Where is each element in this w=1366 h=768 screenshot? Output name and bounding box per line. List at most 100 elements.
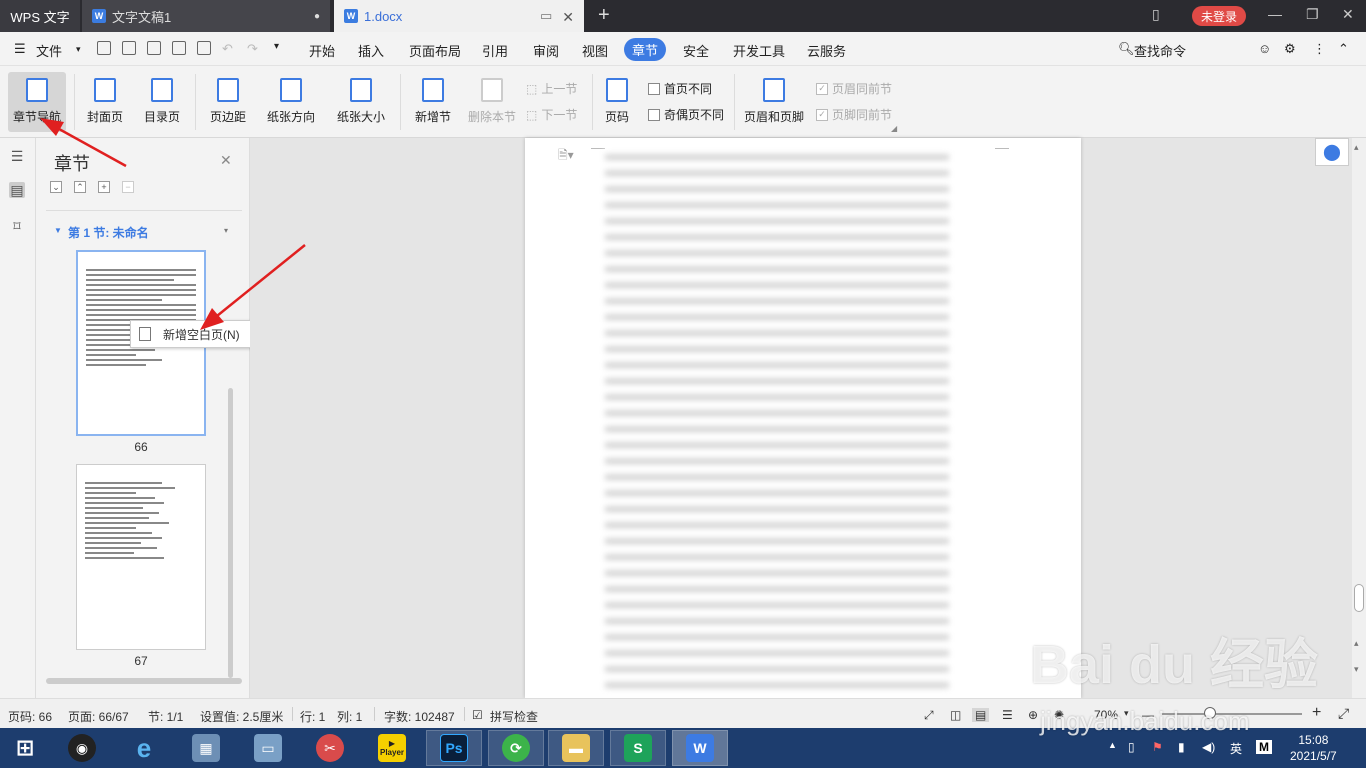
open-icon[interactable] [97,41,111,55]
menu-security[interactable]: 安全 [683,41,709,60]
taskbar-browser[interactable]: ⟳ [488,730,544,766]
preview-icon[interactable] [197,41,211,55]
location-pin-icon[interactable]: ⬤ [1315,138,1349,166]
tray-warning-icon[interactable]: ⚑ [1152,740,1163,754]
close-tab-icon[interactable]: ✕ [562,9,574,26]
add-icon[interactable]: + [98,181,110,193]
customize-icon[interactable]: ▾ [274,41,279,52]
web-view-icon[interactable]: ⊕ [1028,708,1038,722]
zoom-in-icon[interactable]: + [1312,704,1321,722]
first-page-different-checkbox[interactable]: 首页不同 [648,80,712,97]
hamburger-icon[interactable]: ☰ [14,41,26,57]
chevron-down-icon[interactable]: ▾ [76,44,81,55]
status-section[interactable]: 节: 1/1 [148,708,183,725]
wps-home-tab[interactable]: WPS 文字 [0,0,80,32]
menu-insert[interactable]: 插入 [358,41,384,60]
toc-page-button[interactable]: 目录页 [137,72,187,132]
file-menu[interactable]: 文件 [36,41,62,60]
odd-even-different-checkbox[interactable]: 奇偶页不同 [648,106,724,123]
outline-view-icon[interactable]: ☰ [1002,708,1013,722]
read-mode-icon[interactable]: ◫ [950,708,961,722]
header-footer-button[interactable]: 页眉和页脚 [742,72,806,132]
footer-same-prev-checkbox[interactable]: ✓ 页脚同前节 [816,106,892,123]
paper-size-button[interactable]: 纸张大小 [330,72,392,132]
network-icon[interactable]: ▮ [1178,740,1185,754]
menu-reference[interactable]: 引用 [482,41,508,60]
chapter-panel-icon[interactable]: ▤ [9,182,25,198]
new-section-button[interactable]: 新增节 [408,72,458,132]
menu-section[interactable]: 章节 [624,38,667,61]
menu-view[interactable]: 视图 [582,41,608,60]
fullscreen-icon[interactable]: ⤢ [924,708,934,723]
page-view-icon[interactable]: ▤ [972,708,990,722]
tray-expand-icon[interactable]: ▲ [1108,740,1117,750]
collapse-icon[interactable]: ⌃ [1338,41,1349,57]
section-title[interactable]: 第 1 节: 未命名 [68,224,149,241]
save-icon[interactable] [122,41,136,55]
more-icon[interactable]: ⋮ [1313,41,1326,57]
taskbar-wps-writer[interactable]: W [672,730,728,766]
scroll-thumb[interactable] [1354,584,1364,612]
status-setting[interactable]: 设置值: 2.5厘米 [200,708,283,725]
section-menu-icon[interactable]: ▾ [224,226,228,235]
chapter-nav-button[interactable]: 章节导航 [8,72,66,132]
outline-icon[interactable]: ☰ [9,148,25,164]
restore-icon[interactable]: ❐ [1306,6,1319,23]
volume-icon[interactable]: ◀) [1202,740,1215,754]
taskbar-calculator[interactable]: ▦ [178,730,234,766]
document-tab-2[interactable]: W 1.docx ▭ ✕ [334,0,584,32]
taskbar-audio-app[interactable]: ◉ [54,730,110,766]
status-row[interactable]: 行: 1 [300,708,325,725]
system-clock[interactable]: 15:08 2021/5/7 [1290,732,1337,764]
collapse-triangle-icon[interactable]: ▼ [54,226,62,235]
expand-down-icon[interactable]: ⌄ [50,181,62,193]
print-icon[interactable] [172,41,186,55]
ime-mode[interactable]: M [1256,740,1272,754]
menu-layout[interactable]: 页面布局 [409,41,461,60]
start-button[interactable]: ⊞ [0,730,50,766]
login-button[interactable]: 未登录 [1192,6,1246,26]
minimize-icon[interactable]: — [1268,6,1282,22]
bookmark-icon[interactable]: ⌑ [9,218,25,234]
document-area[interactable]: 🗎▾ [250,138,1352,698]
remove-icon[interactable]: − [122,181,134,193]
search-icon[interactable]: 🔍︎ [1118,41,1135,57]
spellcheck-button[interactable]: 拼写检查 [490,708,538,725]
fit-icon[interactable]: ⤢ [1338,705,1349,722]
status-page[interactable]: 页码: 66 [8,708,52,725]
close-icon[interactable]: ✕ [220,152,232,169]
page-thumbnail-67[interactable] [76,464,206,650]
taskbar-player[interactable]: ▶ Player [364,730,420,766]
taskbar-snipping[interactable]: ✂ [302,730,358,766]
menu-review[interactable]: 审阅 [533,41,559,60]
pin-icon[interactable]: ▭ [540,8,552,24]
spellcheck-icon[interactable]: ☑ [472,708,483,722]
menu-cloud[interactable]: 云服务 [807,41,846,60]
document-tab-1[interactable]: W 文字文稿1 ● [82,0,330,32]
search-command[interactable]: 查找命令 [1134,41,1186,60]
document-page[interactable]: 🗎▾ [525,138,1081,698]
taskbar-wps-sheet[interactable]: S [610,730,666,766]
gear-icon[interactable]: ⚙ [1284,41,1296,57]
panel-vertical-scrollbar[interactable] [228,388,233,678]
next-section-button[interactable]: ⬚ 下一节 [526,106,577,123]
status-col[interactable]: 列: 1 [337,708,362,725]
taskbar-photoshop[interactable]: Ps [426,730,482,766]
taskbar-ie[interactable]: e [116,730,172,766]
orientation-button[interactable]: 纸张方向 [261,72,321,132]
redo-icon[interactable]: ↷ [247,41,258,57]
new-tab-icon[interactable]: + [598,4,610,27]
feedback-icon[interactable]: ☺ [1258,41,1271,56]
ime-label[interactable]: 英 [1230,740,1242,757]
doc-nav-icon[interactable]: 🗎▾ [558,146,574,167]
scroll-down-icon[interactable]: ▾ [1354,664,1359,675]
scroll-up-icon[interactable]: ▴ [1354,142,1359,153]
prev-section-button[interactable]: ⬚ 上一节 [526,80,577,97]
panel-horizontal-scrollbar[interactable] [46,678,242,684]
pdf-icon[interactable] [147,41,161,55]
taskbar-explorer[interactable]: ▬ [548,730,604,766]
scroll-up-icon[interactable]: ▴ [1354,638,1359,649]
device-icon[interactable]: ▯ [1152,6,1160,23]
cover-page-button[interactable]: 封面页 [80,72,130,132]
menu-devtools[interactable]: 开发工具 [733,41,785,60]
